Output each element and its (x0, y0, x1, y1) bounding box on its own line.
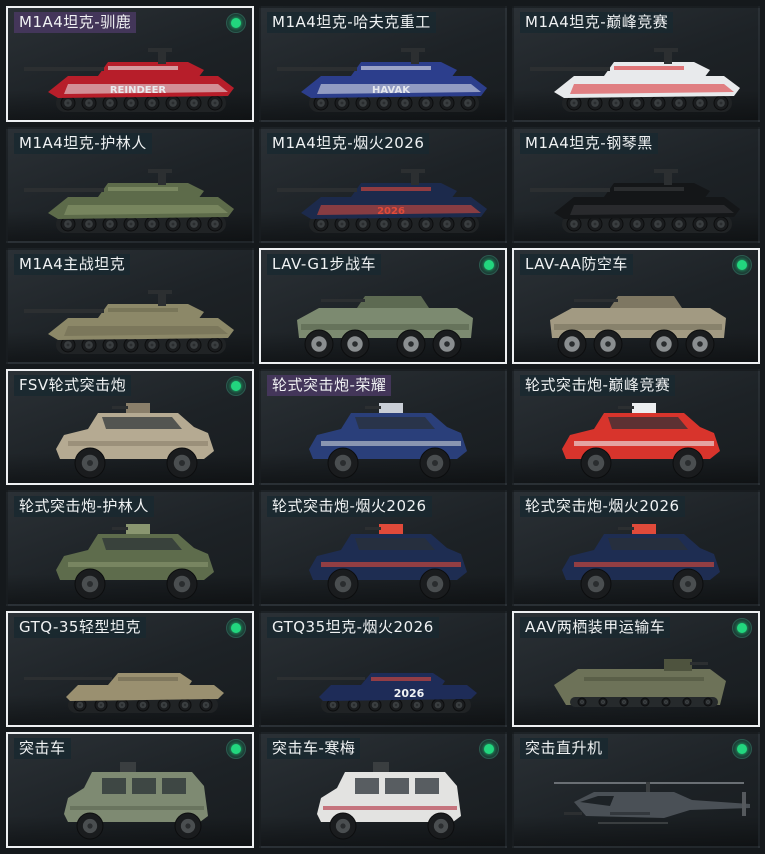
vehicle-skin-card[interactable]: M1A4坦克-护林人 (6, 127, 254, 243)
vehicle-image (309, 403, 467, 479)
vehicle-skin-card[interactable]: M1A4主战坦克 (6, 248, 254, 364)
owned-status-dot-icon (226, 618, 246, 638)
vehicle-skin-name: FSV轮式突击炮 (14, 375, 132, 396)
vehicle-skin-name: 轮式突击炮-荣耀 (267, 375, 392, 396)
owned-status-dot-icon (226, 13, 246, 33)
owned-status-dot-icon (479, 739, 499, 759)
vehicle-skin-name: M1A4主战坦克 (14, 254, 131, 275)
vehicle-skin-card[interactable]: 轮式突击炮-荣耀 (259, 369, 507, 485)
vehicle-image: 2026 (277, 169, 487, 233)
vehicle-skin-card[interactable]: HAVAK M1A4坦克-哈夫克重工 (259, 6, 507, 122)
vehicle-skin-name: 突击车 (14, 738, 71, 759)
armored-car-icon (562, 403, 720, 479)
apc-icon (550, 296, 726, 359)
apc-icon (297, 296, 473, 359)
vehicle-skin-name: AAV两栖装甲运输车 (520, 617, 671, 638)
vehicle-image: 2026 (277, 673, 477, 713)
tank-icon: REINDEER (24, 48, 234, 112)
vehicle-skin-card[interactable]: AAV两栖装甲运输车 (512, 611, 760, 727)
vehicle-skin-name: GTQ-35轻型坦克 (14, 617, 146, 638)
tank-icon (24, 169, 234, 233)
armored-car-icon (309, 403, 467, 479)
vehicle-image (24, 290, 234, 354)
vehicle-skin-card[interactable]: REINDEER M1A4坦克-驯鹿 (6, 6, 254, 122)
armored-car-icon (562, 524, 720, 600)
svg-text:REINDEER: REINDEER (110, 85, 167, 96)
owned-status-dot-icon (732, 255, 752, 275)
vehicle-image (562, 403, 720, 479)
helicopter-icon (554, 782, 750, 824)
vehicle-image: HAVAK (277, 48, 487, 112)
vehicle-skin-name: LAV-AA防空车 (520, 254, 633, 275)
vehicle-skin-card[interactable]: 轮式突击炮-巅峰竞赛 (512, 369, 760, 485)
vehicle-skin-grid: REINDEER M1A4坦克-驯鹿 HAVAK M1A4坦克-哈夫克重工 M1A4坦克… (6, 6, 760, 848)
vehicle-skin-name: 轮式突击炮-烟火2026 (267, 496, 432, 517)
vehicle-skin-name: 轮式突击炮-护林人 (14, 496, 154, 517)
armored-car-icon (56, 524, 214, 600)
owned-status-dot-icon (732, 739, 752, 759)
light-tank-icon (24, 673, 224, 713)
vehicle-skin-card[interactable]: M1A4坦克-钢琴黑 (512, 127, 760, 243)
vehicle-skin-card[interactable]: 突击直升机 (512, 732, 760, 848)
vehicle-image (530, 48, 740, 112)
vehicle-skin-card[interactable]: 轮式突击炮-烟火2026 (259, 490, 507, 606)
vehicle-skin-name: 突击车-寒梅 (267, 738, 361, 759)
vehicle-skin-card[interactable]: LAV-AA防空车 (512, 248, 760, 364)
vehicle-image (56, 524, 214, 600)
vehicle-skin-card[interactable]: 2026 GTQ35坦克-烟火2026 (259, 611, 507, 727)
vehicle-skin-card[interactable]: M1A4坦克-巅峰竞赛 (512, 6, 760, 122)
vehicle-skin-name: M1A4坦克-烟火2026 (267, 133, 430, 154)
vehicle-image (562, 524, 720, 600)
vehicle-image (297, 296, 473, 359)
owned-status-dot-icon (479, 255, 499, 275)
tank-icon (24, 290, 234, 354)
owned-status-dot-icon (226, 376, 246, 396)
vehicle-image: REINDEER (24, 48, 234, 112)
svg-text:2026: 2026 (377, 206, 405, 217)
vehicle-skin-name: M1A4坦克-钢琴黑 (520, 133, 658, 154)
vehicle-image (317, 762, 461, 840)
amphibious-vehicle-icon (554, 659, 726, 707)
assault-vehicle-icon (317, 762, 461, 840)
vehicle-skin-name: M1A4坦克-哈夫克重工 (267, 12, 436, 33)
vehicle-skin-name: M1A4坦克-驯鹿 (14, 12, 137, 33)
tank-icon: 2026 (277, 169, 487, 233)
vehicle-skin-card[interactable]: GTQ-35轻型坦克 (6, 611, 254, 727)
vehicle-skin-name: 突击直升机 (520, 738, 608, 759)
vehicle-skin-card[interactable]: 2026 M1A4坦克-烟火2026 (259, 127, 507, 243)
vehicle-image (24, 169, 234, 233)
vehicle-image (530, 169, 740, 233)
armored-car-icon (56, 403, 214, 479)
vehicle-image (309, 524, 467, 600)
vehicle-skin-card[interactable]: 轮式突击炮-烟火2026 (512, 490, 760, 606)
armored-car-icon (309, 524, 467, 600)
vehicle-skin-card[interactable]: FSV轮式突击炮 (6, 369, 254, 485)
vehicle-skin-name: LAV-G1步战车 (267, 254, 382, 275)
tank-icon: HAVAK (277, 48, 487, 112)
vehicle-image (24, 673, 224, 713)
light-tank-icon: 2026 (277, 673, 477, 713)
owned-status-dot-icon (226, 739, 246, 759)
svg-text:2026: 2026 (394, 687, 425, 700)
tank-icon (530, 169, 740, 233)
vehicle-image (56, 403, 214, 479)
vehicle-image (64, 762, 208, 840)
vehicle-image (554, 782, 750, 824)
vehicle-image (554, 659, 726, 707)
vehicle-skin-card[interactable]: LAV-G1步战车 (259, 248, 507, 364)
svg-text:HAVAK: HAVAK (372, 85, 411, 96)
assault-vehicle-icon (64, 762, 208, 840)
owned-status-dot-icon (732, 618, 752, 638)
vehicle-skin-card[interactable]: 突击车 (6, 732, 254, 848)
vehicle-image (550, 296, 726, 359)
vehicle-skin-name: M1A4坦克-护林人 (14, 133, 152, 154)
vehicle-skin-name: GTQ35坦克-烟火2026 (267, 617, 439, 638)
vehicle-skin-card[interactable]: 轮式突击炮-护林人 (6, 490, 254, 606)
vehicle-skin-name: 轮式突击炮-烟火2026 (520, 496, 685, 517)
vehicle-skin-card[interactable]: 突击车-寒梅 (259, 732, 507, 848)
tank-icon (530, 48, 740, 112)
vehicle-skin-name: 轮式突击炮-巅峰竞赛 (520, 375, 676, 396)
vehicle-skin-name: M1A4坦克-巅峰竞赛 (520, 12, 674, 33)
